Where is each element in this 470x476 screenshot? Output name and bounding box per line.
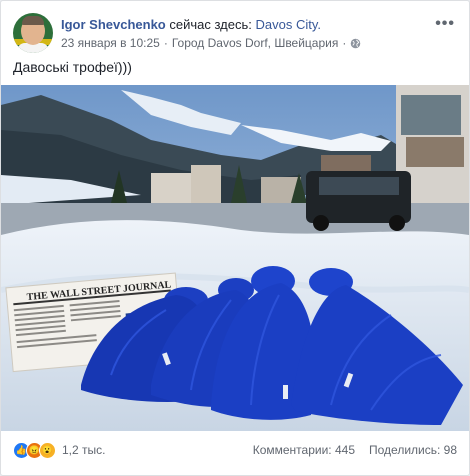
post-card: Igor Shevchenko сейчас здесь: Davos City… xyxy=(0,0,470,476)
post-meta: 23 января в 10:25 · Город Davos Dorf, Шв… xyxy=(61,36,361,50)
meta-separator-2: · xyxy=(342,36,347,50)
reactions-summary[interactable]: 👍 😠 😮 1,2 тыс. xyxy=(13,441,105,459)
wow-icon: 😮 xyxy=(39,441,56,459)
shares-count[interactable]: Поделились: 98 xyxy=(369,443,457,457)
avatar[interactable] xyxy=(13,13,53,53)
post-photo[interactable]: THE WALL STREET JOURNAL xyxy=(1,85,469,431)
post-location[interactable]: Город Davos Dorf, Швейцария xyxy=(172,36,339,50)
globe-icon[interactable] xyxy=(350,38,361,49)
meta-separator: · xyxy=(163,36,168,50)
more-options-icon[interactable]: ••• xyxy=(435,15,455,33)
reactions-count[interactable]: 1,2 тыс. xyxy=(62,443,105,457)
photo-scene: THE WALL STREET JOURNAL xyxy=(1,85,469,431)
post-footer: 👍 😠 😮 1,2 тыс. Комментарии: 445 Поделили… xyxy=(13,439,457,461)
checkin-prefix: сейчас здесь: xyxy=(169,17,252,32)
author-name[interactable]: Igor Shevchenko xyxy=(61,17,166,32)
checkin-place[interactable]: Davos City. xyxy=(255,17,321,32)
post-text: Давоські трофеї))) xyxy=(13,59,132,75)
post-timestamp[interactable]: 23 января в 10:25 xyxy=(61,36,160,50)
post-header: Igor Shevchenko сейчас здесь: Davos City… xyxy=(13,13,459,53)
post-stats: Комментарии: 445 Поделились: 98 xyxy=(253,443,457,457)
comments-count[interactable]: Комментарии: 445 xyxy=(253,443,355,457)
author-line: Igor Shevchenko сейчас здесь: Davos City… xyxy=(61,17,321,32)
